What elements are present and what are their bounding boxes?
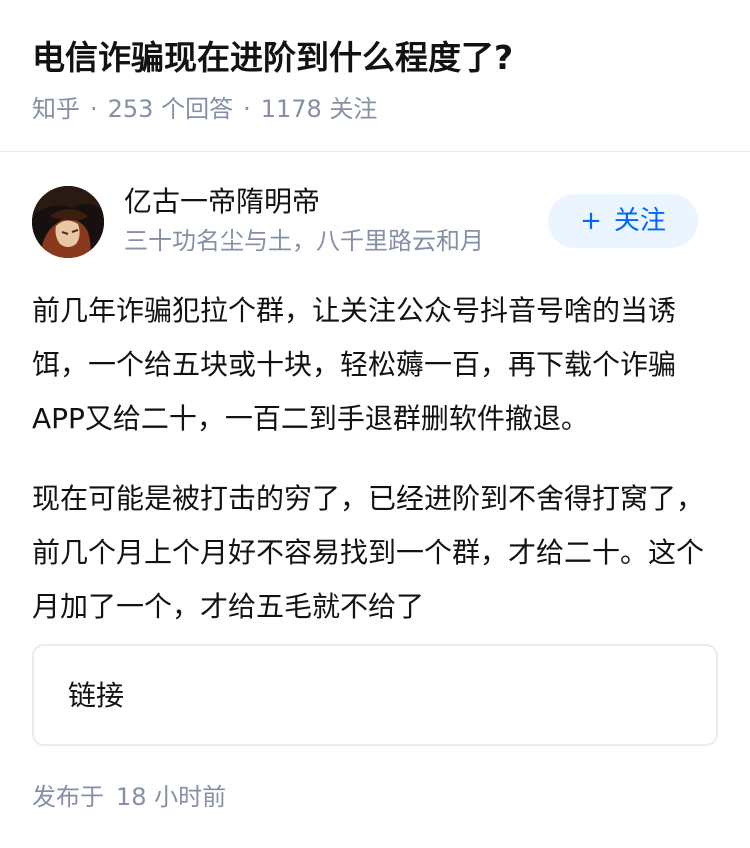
author-info: 亿古一帝隋明帝 三十功名尘与土，八千里路云和月 + 关注	[32, 185, 718, 258]
publish-time: 发布于 18 小时前	[32, 780, 226, 814]
publish-prefix: 发布于	[32, 783, 104, 811]
source-label[interactable]: 知乎	[32, 95, 80, 123]
link-label: 链接	[68, 679, 125, 712]
avatar[interactable]	[32, 186, 104, 258]
answer-paragraph: 现在可能是被打击的穷了，已经进阶到不舍得打窝了，前几个月上个月好不容易找到一个群…	[32, 482, 705, 623]
answers-count[interactable]: 253 个回答	[108, 95, 233, 123]
question-title[interactable]: 电信诈骗现在进阶到什么程度了?	[32, 34, 513, 82]
separator-dot: ·	[243, 95, 251, 123]
question-header: 电信诈骗现在进阶到什么程度了? 知乎 · 253 个回答 · 1178 关注	[0, 0, 750, 152]
author-bio: 三十功名尘与土，八千里路云和月	[124, 227, 484, 255]
followers-count[interactable]: 1178 关注	[261, 95, 378, 123]
plus-icon: +	[580, 206, 602, 236]
link-card[interactable]: 链接	[32, 644, 718, 746]
publish-time-value: 18 小时前	[116, 783, 227, 811]
follow-label: 关注	[613, 206, 666, 236]
follow-button[interactable]: + 关注	[548, 194, 698, 248]
avatar-image	[32, 186, 104, 258]
author-name[interactable]: 亿古一帝隋明帝	[124, 182, 320, 222]
question-meta: 知乎 · 253 个回答 · 1178 关注	[32, 92, 377, 126]
separator-dot: ·	[90, 95, 98, 123]
answer-content: 前几年诈骗犯拉个群，让关注公众号抖音号啥的当诱饵，一个给五块或十块，轻松薅一百，…	[32, 284, 722, 660]
answer-paragraph: 前几年诈骗犯拉个群，让关注公众号抖音号啥的当诱饵，一个给五块或十块，轻松薅一百，…	[32, 294, 677, 435]
